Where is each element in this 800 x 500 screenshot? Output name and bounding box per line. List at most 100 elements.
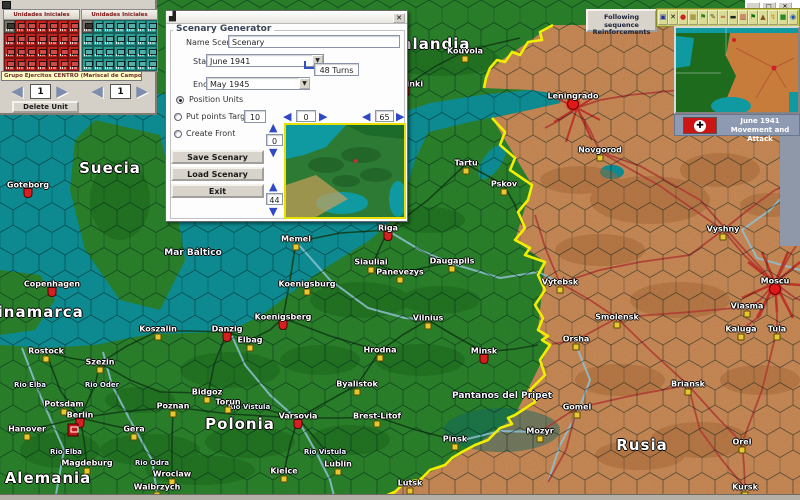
map-city-kouvola[interactable] [462, 56, 469, 63]
map-x-left-arrow[interactable]: ◀ [283, 111, 291, 122]
record-icon[interactable]: ● [678, 10, 688, 25]
draw-icon[interactable]: ✎ [708, 10, 718, 25]
start-dropdown[interactable]: June 1941 [206, 54, 324, 67]
forest-icon[interactable]: ■ [778, 10, 788, 25]
unit-counter[interactable] [114, 20, 125, 33]
unit-counter[interactable] [114, 33, 125, 46]
map-city-minsk[interactable] [480, 354, 489, 364]
unit-counter[interactable] [93, 58, 104, 71]
dialog-titlebar[interactable]: ▟ ✕ [166, 11, 407, 24]
terrain-icon[interactable]: ▲ [758, 10, 768, 25]
unit-counter[interactable] [4, 33, 15, 46]
unit-counter[interactable] [58, 46, 69, 59]
map-y-top-down-arrow[interactable]: ▼ [269, 147, 277, 158]
map-city-mozyr[interactable] [537, 436, 544, 443]
unit-counter[interactable] [25, 46, 36, 59]
rail-icon[interactable]: ═ [718, 10, 728, 25]
points-target-input[interactable]: 10 [244, 110, 266, 123]
create-front-radio[interactable] [174, 130, 182, 138]
position-units-radio[interactable] [176, 96, 184, 104]
delete-icon[interactable]: ✕ [668, 10, 678, 25]
map-city-gomel[interactable] [574, 412, 581, 419]
map-city-wroclaw[interactable] [169, 479, 176, 486]
unit-counter[interactable] [36, 20, 47, 33]
map-city-viasma[interactable] [744, 311, 751, 318]
unit-counter[interactable] [36, 58, 47, 71]
unit-counter[interactable] [125, 46, 136, 59]
map-city-bidgoz[interactable] [204, 397, 211, 404]
unit-counter[interactable] [68, 58, 79, 71]
unit-counter[interactable] [103, 46, 114, 59]
map-city-danzig[interactable] [223, 332, 232, 342]
map-city-brest-litof[interactable] [374, 421, 381, 428]
map-city-tartu[interactable] [463, 168, 470, 175]
dialog-minimap[interactable] [284, 123, 406, 219]
put-points-radio[interactable] [174, 113, 182, 121]
unit-counter[interactable] [136, 33, 147, 46]
german-units-grid[interactable] [4, 20, 79, 71]
map-city-koenigsburg[interactable] [304, 289, 311, 296]
load-scenary-button[interactable]: Load Scenary [171, 167, 264, 181]
map-city-magdeburg[interactable] [84, 468, 91, 475]
unit-counter[interactable] [146, 58, 157, 71]
unit-counter[interactable] [114, 58, 125, 71]
russian-next-arrow[interactable]: ▶ [133, 84, 151, 100]
map-city-moscu[interactable] [769, 283, 781, 295]
map-city-gera[interactable] [131, 434, 138, 441]
map-city-riga[interactable] [384, 231, 393, 241]
unit-counter[interactable] [93, 33, 104, 46]
map-city-orel[interactable] [739, 447, 746, 454]
scenary-name-input[interactable]: Scenary [228, 35, 400, 48]
map-city-koenigsberg[interactable] [279, 320, 288, 330]
unit-counter[interactable] [68, 33, 79, 46]
delete-unit-button[interactable]: Delete Unit [12, 101, 79, 113]
map-x-right-arrow2[interactable]: ▶ [396, 111, 404, 122]
flag-icon[interactable]: ⚑ [698, 10, 708, 25]
unit-counter[interactable] [4, 20, 15, 33]
map-city-pinsk[interactable] [452, 444, 459, 451]
unit-counter[interactable] [15, 58, 26, 71]
unit-counter[interactable] [15, 46, 26, 59]
map-city-memel[interactable] [293, 244, 300, 251]
unit-counter[interactable] [15, 20, 26, 33]
map-city-goteborg[interactable] [24, 188, 33, 198]
weather-icon[interactable]: ↯ [768, 10, 778, 25]
unit-counter[interactable] [125, 20, 136, 33]
unit-counter[interactable] [136, 46, 147, 59]
unit-counter[interactable] [15, 33, 26, 46]
unit-counter[interactable] [25, 58, 36, 71]
unit-counter[interactable] [114, 46, 125, 59]
unit-counter[interactable] [58, 33, 69, 46]
map-city-hrodna[interactable] [377, 355, 384, 362]
map-city-panevezys[interactable] [397, 277, 404, 284]
russian-index-box[interactable]: 1 [110, 84, 131, 99]
map-city-elbag[interactable] [247, 345, 254, 352]
german-next-arrow[interactable]: ▶ [53, 84, 71, 100]
unit-counter[interactable] [82, 20, 93, 33]
line-icon[interactable]: ▬ [728, 10, 738, 25]
unit-counter[interactable] [82, 58, 93, 71]
unit-counter[interactable] [47, 33, 58, 46]
map-city-siauliai[interactable] [368, 267, 375, 274]
unit-counter[interactable] [4, 58, 15, 71]
map-city-szezin[interactable] [97, 367, 104, 374]
exit-button[interactable]: Exit [171, 184, 264, 198]
map-city-poznan[interactable] [170, 411, 177, 418]
unit-counter[interactable] [68, 20, 79, 33]
map-city-kielce[interactable] [281, 476, 288, 483]
unit-counter[interactable] [47, 46, 58, 59]
zoom-icon[interactable]: ◉ [788, 10, 798, 25]
map-y-top-up-arrow[interactable]: ▲ [269, 122, 277, 133]
map-city-lublin[interactable] [335, 469, 342, 476]
unit-counter[interactable] [58, 20, 69, 33]
map-city-copenhagen[interactable] [48, 287, 57, 297]
map-y-bottom-down-arrow[interactable]: ▼ [269, 206, 277, 217]
following-sequence-button[interactable]: Following sequence Reinforcements [586, 9, 657, 32]
unit-counter[interactable] [125, 58, 136, 71]
unit-counter[interactable] [4, 46, 15, 59]
unit-counter[interactable] [125, 33, 136, 46]
map-city-potsdam[interactable] [61, 409, 68, 416]
map-city-byalistok[interactable] [354, 389, 361, 396]
unit-counter[interactable] [136, 58, 147, 71]
map-city-vytebsk[interactable] [557, 287, 564, 294]
